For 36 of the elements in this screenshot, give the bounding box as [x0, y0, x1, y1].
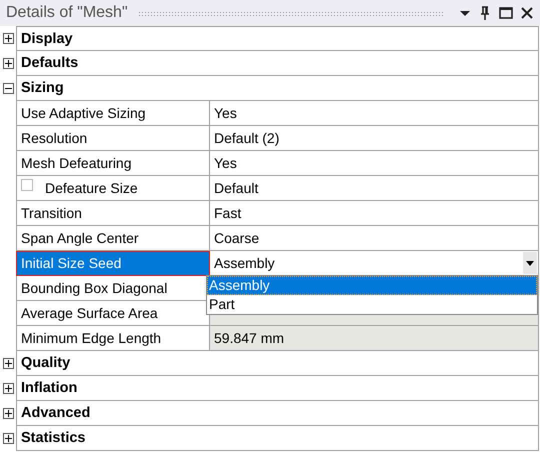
property-value: 59.847 mm	[214, 330, 284, 346]
group-header[interactable]: Sizing	[16, 76, 539, 101]
property-name[interactable]: Average Surface Area	[16, 301, 210, 326]
expand-icon[interactable]	[3, 383, 14, 394]
property-name[interactable]: Transition	[16, 201, 210, 226]
panel-title: Details of "Mesh"	[6, 4, 128, 22]
expand-icon[interactable]	[3, 433, 14, 444]
group-header[interactable]: Inflation	[16, 376, 539, 401]
pin-icon[interactable]	[478, 5, 492, 21]
property-name[interactable]: Defeature Size	[16, 176, 210, 201]
close-icon[interactable]	[520, 5, 534, 21]
maximize-icon[interactable]	[498, 5, 514, 21]
expand-icon[interactable]	[3, 58, 14, 69]
group-header[interactable]: Quality	[16, 351, 539, 376]
group-header[interactable]: Defaults	[16, 51, 539, 76]
collapse-icon[interactable]	[3, 83, 14, 94]
property-value: Coarse	[214, 230, 260, 246]
expand-icon[interactable]	[3, 33, 14, 44]
expand-icon[interactable]	[3, 358, 14, 369]
expand-icon[interactable]	[3, 408, 14, 419]
group-header[interactable]: Statistics	[16, 426, 539, 451]
property-value: Yes	[214, 155, 237, 171]
dropdown-option[interactable]: Part	[207, 295, 537, 314]
property-name[interactable]: Minimum Edge Length	[16, 326, 210, 351]
property-value: Yes	[214, 105, 237, 121]
dropdown-option[interactable]: Assembly	[207, 276, 537, 295]
property-value: Fast	[214, 205, 242, 221]
property-value: Default (2)	[214, 130, 280, 146]
property-name[interactable]: Mesh Defeaturing	[16, 151, 210, 176]
group-header[interactable]: Advanced	[16, 401, 539, 426]
checkbox[interactable]	[21, 179, 33, 191]
property-name[interactable]: Use Adaptive Sizing	[16, 101, 210, 126]
group-header[interactable]: Display	[16, 26, 539, 51]
property-value: Default	[214, 180, 258, 196]
property-name[interactable]: Initial Size Seed	[16, 251, 210, 276]
property-name[interactable]: Resolution	[16, 126, 210, 151]
